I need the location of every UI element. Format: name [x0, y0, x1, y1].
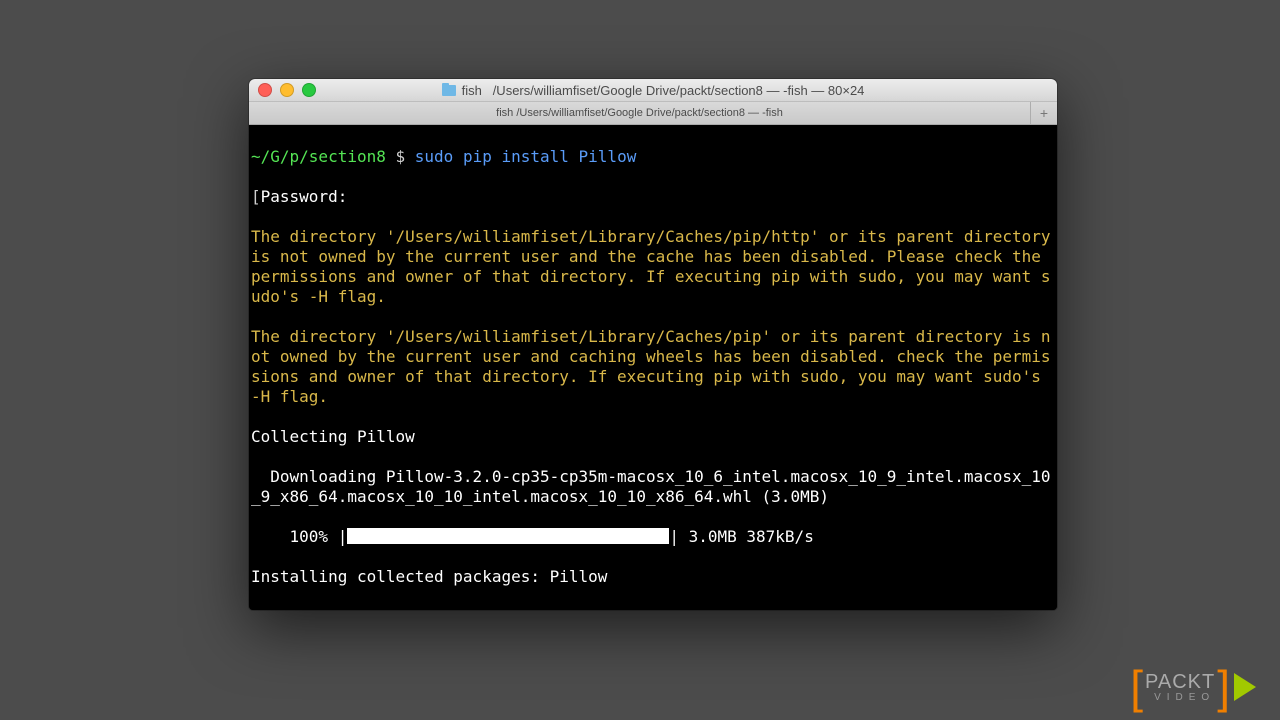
pip-warning-2: The directory '/Users/williamfiset/Libra… [251, 327, 1055, 407]
tab-label: fish /Users/williamfiset/Google Drive/pa… [496, 107, 783, 119]
collecting-line: Collecting Pillow [251, 427, 1055, 447]
window-titlebar[interactable]: fish /Users/williamfiset/Google Drive/pa… [249, 79, 1057, 102]
play-icon [1234, 673, 1256, 701]
terminal-body[interactable]: ~/G/p/section8 $ sudo pip install Pillow… [249, 125, 1057, 610]
packt-logo: [ PACKT VIDEO ] [1130, 667, 1256, 708]
cmd-text: pip install Pillow [463, 147, 636, 166]
close-button[interactable] [258, 83, 272, 97]
folder-icon [442, 85, 456, 96]
prompt-path: ~/G/p/section8 [251, 147, 386, 166]
brand-name: PACKT [1145, 671, 1215, 694]
success-line: Successfully installed Pillow-3.2.0 [251, 607, 1055, 610]
downloading-line: Downloading Pillow-3.2.0-cp35-cp35m-maco… [251, 467, 1055, 507]
progress-line: 100% || 3.0MB 387kB/s [251, 527, 1055, 547]
tab-bar: fish /Users/williamfiset/Google Drive/pa… [249, 102, 1057, 125]
minimize-button[interactable] [280, 83, 294, 97]
maximize-button[interactable] [302, 83, 316, 97]
new-tab-button[interactable]: + [1030, 102, 1057, 124]
terminal-window: fish /Users/williamfiset/Google Drive/pa… [249, 79, 1057, 610]
password-label: Password: [261, 187, 348, 206]
cmd-keyword: sudo [415, 147, 463, 166]
prompt-sep: $ [386, 147, 415, 166]
pip-warning-1: The directory '/Users/williamfiset/Libra… [251, 227, 1055, 307]
brand-sub: VIDEO [1154, 692, 1215, 703]
title-prefix: fish [462, 83, 482, 98]
plus-icon: + [1040, 105, 1048, 121]
bracket-right-icon: ] [1217, 667, 1230, 708]
title-path: /Users/williamfiset/Google Drive/packt/s… [493, 83, 865, 98]
installing-line: Installing collected packages: Pillow [251, 567, 1055, 587]
progress-bar [347, 528, 669, 544]
window-title: fish /Users/williamfiset/Google Drive/pa… [249, 83, 1057, 98]
window-controls [249, 83, 316, 97]
tab-active[interactable]: fish /Users/williamfiset/Google Drive/pa… [249, 102, 1030, 124]
bracket-left-icon: [ [1130, 667, 1143, 708]
